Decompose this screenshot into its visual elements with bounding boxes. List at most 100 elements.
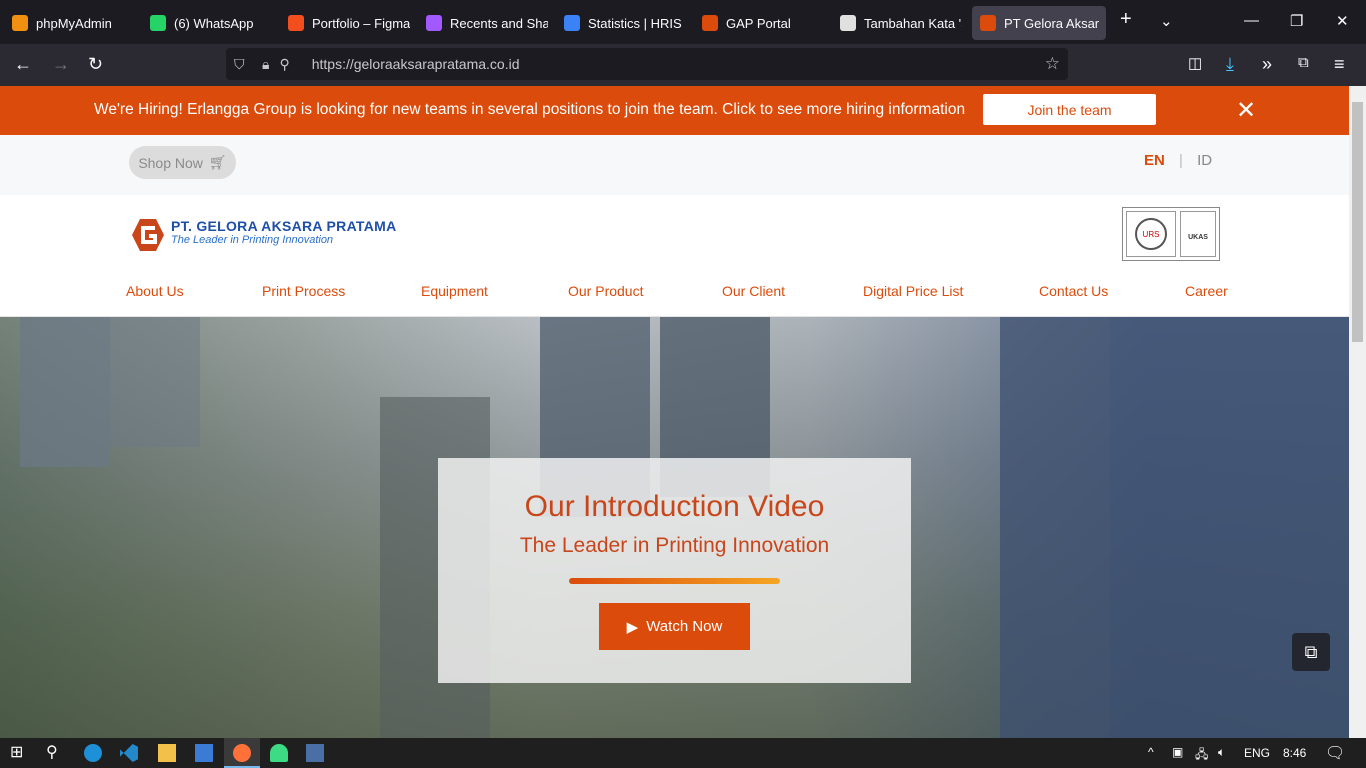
lock-icon: 🔒︎ <box>262 55 270 72</box>
permissions-icon: ⚲ <box>279 55 290 72</box>
tab-label: Statistics | HRIS M <box>588 15 686 31</box>
windows-start-icon[interactable]: ⊞ <box>10 742 28 761</box>
app-icon[interactable] <box>306 744 324 762</box>
tab-label: Portfolio – Figma <box>312 15 410 31</box>
accent-bar <box>569 578 780 584</box>
browser-tab[interactable]: Portfolio – Figma <box>280 6 410 40</box>
tab-label: (6) WhatsApp <box>174 15 254 31</box>
nav-link[interactable]: Our Product <box>568 283 643 299</box>
browser-tab[interactable]: PT Gelora Aksar✕ <box>972 6 1106 40</box>
close-banner-icon[interactable]: ✕ <box>1236 96 1256 125</box>
tab-favicon-icon <box>980 15 996 31</box>
logo-g-icon <box>132 219 164 251</box>
watch-now-label: Watch Now <box>646 618 723 635</box>
tab-favicon-icon <box>12 15 28 31</box>
tab-favicon-icon <box>288 15 304 31</box>
menu-icon[interactable]: ≡ <box>1334 54 1345 75</box>
web-page: We're Hiring! Erlangga Group is looking … <box>0 86 1349 738</box>
store-icon[interactable] <box>195 744 213 762</box>
tab-favicon-icon <box>840 15 856 31</box>
site-header: PT. GELORA AKSARA PRATAMA The Leader in … <box>0 195 1349 317</box>
ukas-mark: UKAS <box>1180 211 1216 257</box>
certification-badge: URS UKAS <box>1122 207 1220 261</box>
browser-tab[interactable]: Recents and Shari <box>418 6 548 40</box>
nav-link[interactable]: Digital Price List <box>863 283 963 299</box>
hero-video-section: Our Introduction Video The Leader in Pri… <box>0 317 1349 738</box>
maximize-button[interactable]: ❐ <box>1290 12 1303 30</box>
nav-link[interactable]: About Us <box>126 283 184 299</box>
browser-tab[interactable]: Tambahan Kata 'S <box>832 6 962 40</box>
browser-tab[interactable]: (6) WhatsApp <box>142 6 272 40</box>
edge-icon[interactable] <box>84 744 102 762</box>
play-icon: ▶ <box>626 618 639 636</box>
watch-now-button[interactable]: ▶ Watch Now <box>599 603 750 650</box>
shield-icon: ⛉ <box>234 55 245 72</box>
nav-link[interactable]: Our Client <box>722 283 785 299</box>
forward-button[interactable]: → <box>52 54 70 75</box>
back-button[interactable]: ← <box>14 54 32 75</box>
urs-seal: URS <box>1135 218 1167 250</box>
search-icon[interactable]: ⚲ <box>46 742 64 761</box>
nav-link[interactable]: Print Process <box>262 283 345 299</box>
android-studio-icon[interactable] <box>270 744 288 762</box>
lang-separator: | <box>1179 152 1183 169</box>
vscode-icon[interactable] <box>120 744 138 762</box>
network-icon[interactable]: 🖧︎ <box>1195 745 1208 766</box>
browser-tab[interactable]: phpMyAdmin <box>4 6 134 40</box>
logo-tagline: The Leader in Printing Innovation <box>171 234 334 246</box>
url-text[interactable]: https://geloraaksarapratama.co.id <box>312 56 520 72</box>
page-scrollbar[interactable] <box>1349 86 1366 738</box>
intro-video-card: Our Introduction Video The Leader in Pri… <box>438 458 911 683</box>
nav-link[interactable]: Equipment <box>421 283 488 299</box>
language-switch: EN | ID <box>1144 152 1212 169</box>
shop-label: Shop Now <box>138 154 203 171</box>
volume-icon[interactable]: 🔈︎ <box>1218 745 1225 760</box>
extensions-icon[interactable]: ⧉ <box>1298 54 1309 71</box>
tab-label: Recents and Shari <box>450 15 548 31</box>
nav-link[interactable]: Career <box>1185 283 1228 299</box>
hero-subtitle: The Leader in Printing Innovation <box>519 534 830 557</box>
bookmark-star-icon[interactable]: ☆ <box>1045 54 1060 74</box>
address-bar[interactable]: ⛉ 🔒︎ ⚲ https://geloraaksarapratama.co.id… <box>226 48 1068 80</box>
tab-label: GAP Portal <box>726 15 791 31</box>
cart-icon: 🛒︎ <box>208 154 227 170</box>
tab-list-chevron-icon[interactable]: ⌄ <box>1160 12 1173 30</box>
browser-tab[interactable]: GAP Portal <box>694 6 824 40</box>
join-team-button[interactable]: Join the team <box>983 94 1156 125</box>
company-logo[interactable]: PT. GELORA AKSARA PRATAMA The Leader in … <box>131 218 397 252</box>
pocket-icon[interactable]: ◫ <box>1188 54 1202 72</box>
tab-favicon-icon <box>426 15 442 31</box>
lang-en[interactable]: EN <box>1144 152 1165 169</box>
picture-in-picture-icon[interactable]: ⧉ <box>1292 633 1330 671</box>
download-icon[interactable]: ⤓ <box>1226 54 1234 75</box>
nav-link[interactable]: Contact Us <box>1039 283 1108 299</box>
close-window-button[interactable]: ✕ <box>1336 12 1349 30</box>
tab-favicon-icon <box>564 15 580 31</box>
hiring-banner[interactable]: We're Hiring! Erlangga Group is looking … <box>0 86 1349 135</box>
notification-icon[interactable]: 🗨︎ <box>1325 743 1345 763</box>
shop-now-button[interactable]: Shop Now 🛒︎ <box>129 146 236 179</box>
input-language[interactable]: ENG <box>1244 746 1270 760</box>
new-tab-button[interactable]: + <box>1120 8 1132 31</box>
lang-id[interactable]: ID <box>1197 152 1212 169</box>
hero-title: Our Introduction Video <box>524 490 825 523</box>
minimize-button[interactable]: — <box>1244 12 1259 29</box>
tab-label: Tambahan Kata 'S <box>864 15 962 31</box>
logo-name: PT. GELORA AKSARA PRATAMA <box>171 218 397 234</box>
reload-button[interactable]: ↻ <box>88 54 103 75</box>
file-explorer-icon[interactable] <box>158 744 176 762</box>
firefox-icon[interactable] <box>233 744 251 762</box>
browser-tab[interactable]: Statistics | HRIS M <box>556 6 686 40</box>
tab-favicon-icon <box>150 15 166 31</box>
top-bar: Shop Now 🛒︎ EN | ID <box>0 135 1349 195</box>
tab-bar: phpMyAdmin (6) WhatsApp Portfolio – Figma R… <box>0 0 1366 44</box>
camera-icon[interactable]: ▣ <box>1172 745 1183 759</box>
nav-bar: ← → ↻ ⛉ 🔒︎ ⚲ https://geloraaksarapratama… <box>0 44 1366 86</box>
more-tools-icon[interactable]: » <box>1262 54 1272 75</box>
hiring-text[interactable]: We're Hiring! Erlangga Group is looking … <box>94 101 965 119</box>
clock[interactable]: 8:46 <box>1283 746 1306 760</box>
tab-favicon-icon <box>702 15 718 31</box>
tray-chevron-icon[interactable]: ^ <box>1148 745 1154 759</box>
tab-label: PT Gelora Aksar <box>1004 15 1100 31</box>
tab-label: phpMyAdmin <box>36 15 112 31</box>
